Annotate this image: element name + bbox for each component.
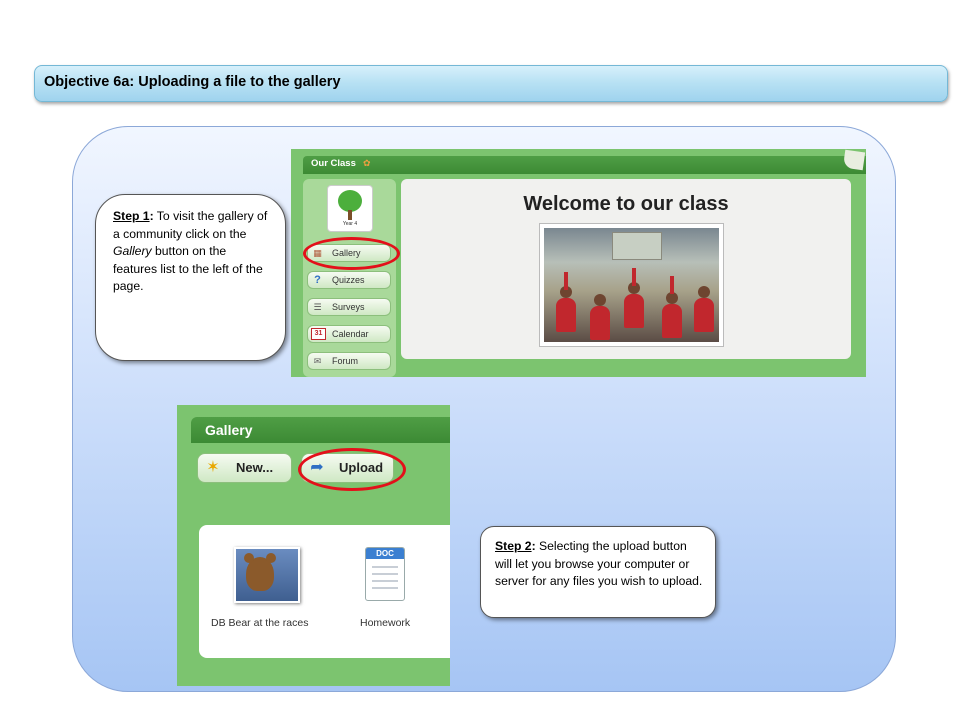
question-icon: ? [314,274,321,286]
gallery-title: Gallery [205,422,253,438]
sidebar-item-quizzes[interactable]: ? Quizzes [307,271,391,289]
doc-file-icon[interactable]: DOC [365,547,405,601]
sidebar-item-surveys[interactable]: ☰ Surveys [307,298,391,316]
step1-label: Step 1 [113,209,150,223]
forum-icon: ✉ [313,356,322,366]
sidebar-item-calendar[interactable]: 31 Calendar [307,325,391,343]
class-logo: Year 4 [327,185,373,232]
sidebar-item-label: Calendar [332,329,369,339]
step2-label: Step 2 [495,539,532,553]
sidebar-item-forum[interactable]: ✉ Forum [307,352,391,370]
bear-photo-thumbnail[interactable] [234,547,300,603]
step1-gallery-word: Gallery [113,244,152,259]
sidebar-item-label: Quizzes [332,275,365,285]
survey-icon: ☰ [313,302,322,312]
gallery-grid: DB Bear at the races DOC Homework [199,525,450,658]
doc-tag: DOC [366,548,404,559]
upload-highlight-ring [298,448,406,491]
sidebar-item-label: Forum [332,356,359,366]
logo-caption: Year 4 [342,221,358,227]
sidebar-item-label: Surveys [332,302,365,312]
welcome-content: Welcome to our class [401,179,851,359]
objective-title-bar: Objective 6a: Uploading a file to the ga… [34,65,948,102]
gallery-screenshot: Gallery ✶ New... ➦ Upload DB Bear at the… [177,405,450,686]
gallery-item-caption[interactable]: Homework [360,617,410,629]
new-button-label: New... [236,460,274,475]
gallery-highlight-ring [303,237,400,270]
our-class-title: Our Class [311,158,356,169]
features-sidebar: Year 4 ▦ Gallery ? Quizzes ☰ Surveys 31 … [303,179,396,377]
calendar-icon: 31 [311,328,326,340]
gallery-item-caption[interactable]: DB Bear at the races [211,617,308,629]
class-badge-icon: ✿ [363,158,371,168]
step1-callout: Step 1: To visit the gallery of a commun… [95,194,286,361]
whiteboard [612,232,662,260]
objective-title: Objective 6a: Uploading a file to the ga… [44,74,341,90]
new-button[interactable]: ✶ New... [197,453,292,483]
our-class-header: Our Class ✿ [303,156,866,174]
step2-callout: Step 2: Selecting the upload button will… [480,526,716,618]
class-photo [539,223,724,347]
tree-icon [338,190,362,212]
welcome-heading: Welcome to our class [523,193,729,215]
teddy-bear-image [244,553,276,591]
new-star-icon: ✶ [206,459,220,476]
gallery-header: Gallery [191,417,450,443]
